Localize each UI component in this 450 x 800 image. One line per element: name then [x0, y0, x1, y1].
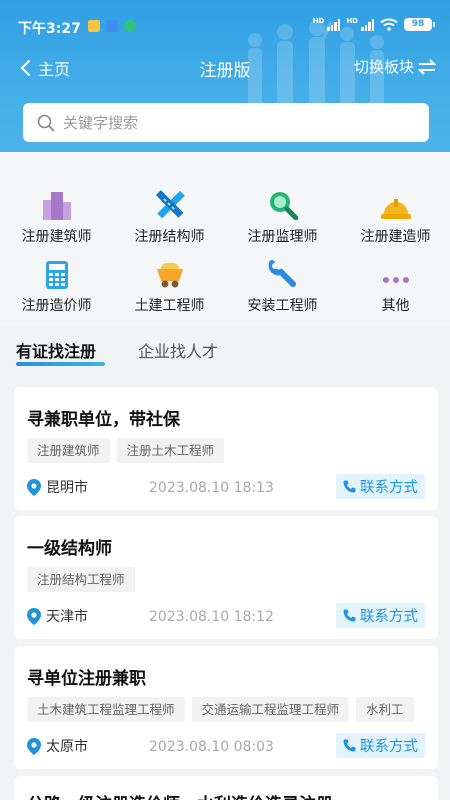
phone-icon [343, 480, 356, 493]
listing-location: 昆明市 [27, 477, 88, 497]
listing-tags: 注册建筑师 注册土木工程师 [27, 438, 438, 464]
phone-icon [343, 739, 356, 752]
active-tab-indicator [16, 362, 105, 366]
contact-label: 联系方式 [360, 739, 418, 755]
contact-button[interactable]: 联系方式 [336, 733, 425, 758]
category-structural[interactable]: 注册结构师 [113, 190, 226, 246]
listing-city: 天津市 [46, 609, 88, 625]
listing-tag: 交通运输工程监理工程师 [191, 697, 350, 722]
switch-section-button[interactable]: 切换板块 [354, 56, 436, 77]
category-label: 安装工程师 [247, 298, 318, 314]
category-installation[interactable]: 安装工程师 [226, 259, 339, 315]
ruler-pencil-icon [155, 190, 185, 219]
listing-location: 天津市 [27, 606, 88, 626]
magnifier-icon [269, 192, 298, 220]
category-label: 注册建筑师 [21, 229, 92, 245]
listing-city: 昆明市 [46, 480, 88, 496]
search-icon [37, 114, 55, 131]
wifi-icon [380, 18, 398, 31]
location-pin-icon [27, 607, 41, 625]
location-pin-icon [27, 478, 41, 496]
category-grid: 注册建筑师 注册结构师 注册监理师 注册建造师 注册造价师 土建工程师 安装工程… [0, 152, 450, 327]
phone-icon [343, 609, 356, 622]
search-input[interactable] [63, 113, 383, 132]
listing-tag: 土木建筑工程监理工程师 [27, 697, 185, 722]
contact-button[interactable]: 联系方式 [336, 474, 425, 499]
app-notification-icon [106, 20, 118, 32]
listing-title: 寻兼职单位，带社保 [27, 410, 180, 430]
tab-certificate-find-registration[interactable]: 有证找注册 [16, 338, 96, 362]
charging-app-icon [124, 20, 136, 32]
listing-city: 太原市 [46, 739, 88, 755]
category-label: 注册造价师 [21, 298, 92, 314]
hd-label: HD [312, 17, 325, 25]
category-architect[interactable]: 注册建筑师 [0, 190, 113, 246]
category-civil[interactable]: 土建工程师 [113, 259, 226, 315]
listing-tag: 水利工 [356, 697, 414, 722]
contact-label: 联系方式 [360, 609, 418, 625]
category-label: 注册监理师 [247, 229, 318, 245]
listing-card[interactable]: 寻单位注册兼职 土木建筑工程监理工程师 交通运输工程监理工程师 水利工 太原市 … [14, 646, 438, 769]
category-label: 注册建造师 [360, 229, 431, 245]
listing-date: 2023.08.10 18:13 [149, 480, 274, 496]
battery-icon: 98 [404, 18, 435, 31]
swap-arrows-icon [418, 58, 436, 75]
mine-cart-icon [156, 263, 183, 288]
location-pin-icon [27, 737, 41, 755]
signal-icon-2 [361, 18, 374, 31]
calculator-icon [45, 261, 68, 289]
tab-bar: 有证找注册 企业找人才 [0, 330, 450, 370]
listing-tag: 注册建筑师 [27, 438, 110, 463]
status-time: 下午3:27 [18, 21, 81, 37]
building-icon [42, 192, 71, 220]
listing-date: 2023.08.10 08:03 [149, 739, 274, 755]
category-cost[interactable]: 注册造价师 [0, 259, 113, 315]
tab-company-find-talent[interactable]: 企业找人才 [138, 338, 218, 362]
nav-bar: 主页 注册版 切换板块 [0, 50, 450, 86]
listing-tags: 土木建筑工程监理工程师 交通运输工程监理工程师 水利工 [27, 697, 438, 723]
listing-tag: 注册土木工程师 [116, 438, 225, 463]
wrench-icon [268, 260, 296, 287]
listing-title: 公路一级注册造价师，水利造价造灵注册 [27, 790, 333, 800]
listing-date: 2023.08.10 18:12 [149, 609, 274, 625]
more-dots-icon [382, 277, 409, 283]
listing-card[interactable]: 公路一级注册造价师，水利造价造灵注册 [14, 776, 438, 800]
category-supervisor[interactable]: 注册监理师 [226, 190, 339, 246]
listing-location: 太原市 [27, 736, 88, 756]
search-bar[interactable] [23, 103, 429, 142]
contact-button[interactable]: 联系方式 [336, 603, 425, 628]
switch-label: 切换板块 [353, 58, 414, 76]
listing-tags: 注册结构工程师 [27, 567, 438, 593]
category-label: 注册结构师 [134, 229, 205, 245]
listing-card[interactable]: 一级结构师 注册结构工程师 天津市 2023.08.10 18:12 联系方式 [14, 516, 438, 639]
hard-hat-icon [380, 199, 411, 219]
status-bar: 下午3:27 HD HD 98 [0, 0, 450, 40]
listing-card[interactable]: 寻兼职单位，带社保 注册建筑师 注册土木工程师 昆明市 2023.08.10 1… [14, 387, 438, 510]
signal-icon [327, 18, 341, 31]
hd-label-2: HD [346, 17, 358, 25]
category-label: 土建工程师 [134, 298, 205, 314]
listing-title: 一级结构师 [27, 539, 112, 559]
listing-tag: 注册结构工程师 [27, 567, 135, 592]
header: 下午3:27 HD HD 98 主页 注册版 切换板块 [0, 0, 450, 152]
listing-title: 寻单位注册兼职 [27, 669, 146, 689]
category-label: 其他 [381, 298, 410, 314]
contact-label: 联系方式 [360, 480, 418, 496]
notification-icon [88, 20, 100, 32]
category-other[interactable]: 其他 [339, 259, 450, 315]
category-constructor[interactable]: 注册建造师 [339, 190, 450, 246]
